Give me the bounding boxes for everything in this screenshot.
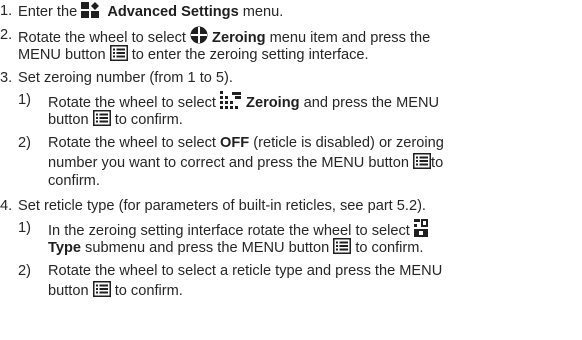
menu-item-name: Zeroing — [212, 30, 266, 46]
option-name: OFF — [219, 135, 250, 151]
step-number: 2. — [0, 27, 13, 43]
substep-number: 1) — [18, 92, 31, 108]
step-number: 1. — [0, 3, 13, 19]
step-text: Enter the — [18, 4, 82, 20]
instruction-document: 1. Enter the Advanced Settings menu. 2. … — [0, 2, 444, 299]
crosshair-icon — [190, 26, 208, 44]
step-number: 4. — [0, 198, 13, 214]
menu-button-icon — [92, 110, 111, 126]
substep-number: 2) — [18, 135, 31, 151]
step-number: 3. — [0, 70, 13, 86]
substep-number: 1) — [18, 220, 31, 236]
substep-number: 2) — [18, 263, 31, 279]
zeroing-grid-icon — [219, 91, 242, 109]
menu-item-name: Zeroing — [246, 95, 300, 111]
step-text: Set zeroing number (from 1 to 5). — [18, 70, 233, 86]
menu-button-icon — [413, 153, 432, 169]
step-text: Set reticle type (for parameters of buil… — [18, 198, 426, 214]
menu-button-icon — [333, 238, 352, 254]
menu-button-icon — [92, 281, 111, 297]
advanced-settings-icon — [81, 2, 103, 18]
submenu-name: Type — [48, 240, 81, 256]
menu-name: Advanced Settings — [107, 4, 239, 20]
reticle-type-icon — [413, 219, 428, 237]
menu-button-icon — [109, 45, 128, 61]
